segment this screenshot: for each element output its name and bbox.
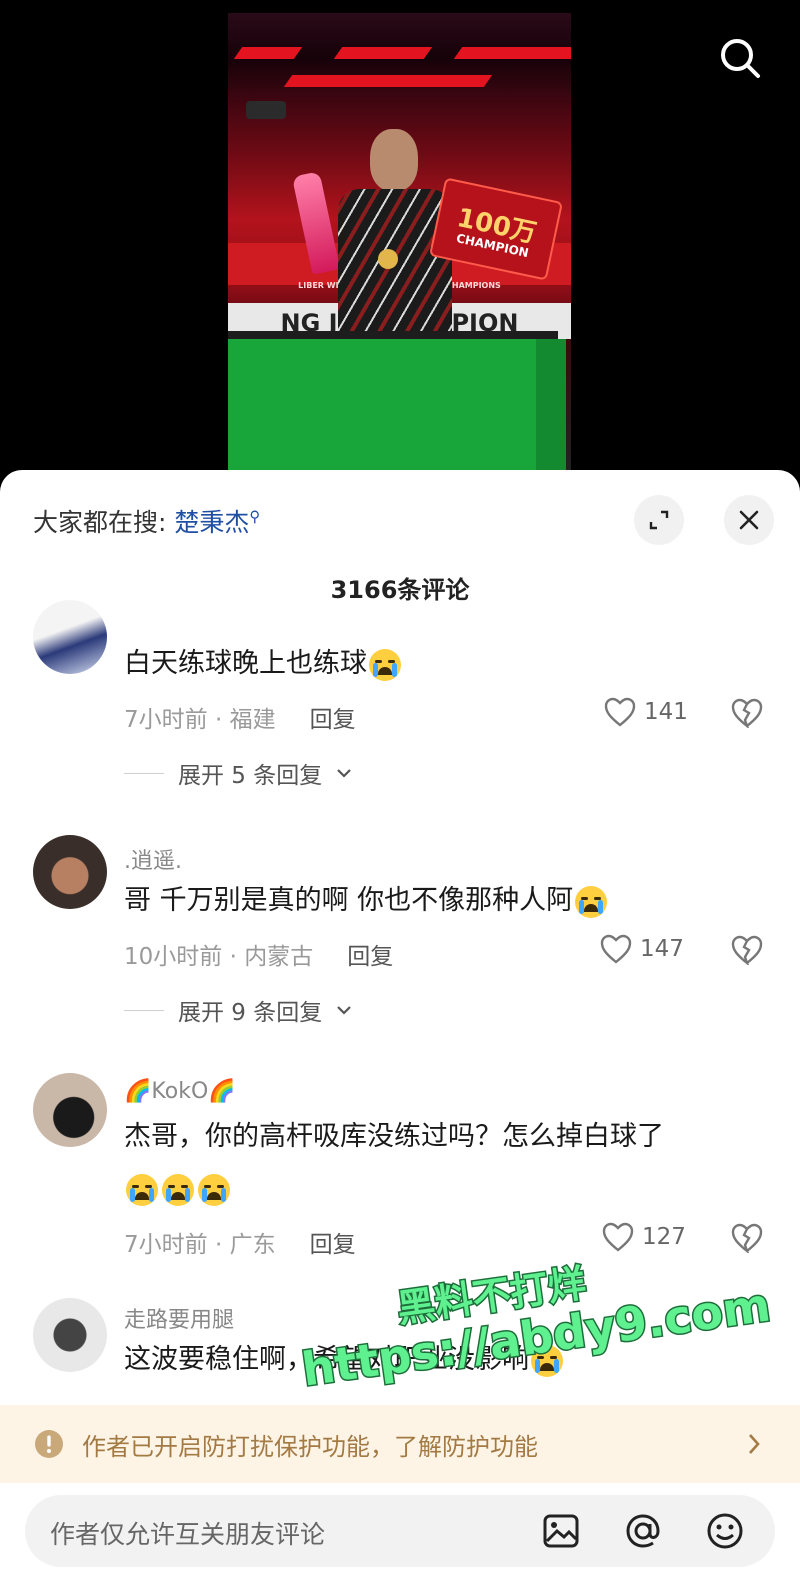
info-icon [35, 1430, 63, 1458]
dislike-button[interactable] [730, 935, 764, 969]
at-icon [626, 1514, 660, 1548]
image-icon [543, 1514, 579, 1548]
snooker-table-rail [536, 339, 566, 471]
close-icon [739, 510, 759, 530]
comments-panel: 大家都在搜: 楚秉杰⚲ 3166条评论 白天练球晚上也练球 7小时前 · 福建回… [0, 470, 800, 1570]
expand-button[interactable] [634, 495, 684, 545]
comment-time: 7小时前 · 福建 [124, 707, 276, 733]
chevron-down-icon [337, 1006, 352, 1015]
anti-harassment-notice[interactable]: 作者已开启防打扰保护功能，了解防护功能 [0, 1405, 800, 1483]
like-count: 127 [642, 1224, 686, 1250]
comment-item: .逍遥. 哥 千万别是真的啊 你也不像那种人阿 10小时前 · 内蒙古 回复 14… [0, 835, 800, 1055]
like-button[interactable]: 141 [604, 697, 688, 727]
comment-text: 白天练球晚上也练球 [124, 638, 744, 690]
video-frame[interactable]: 紫盛世·利百 LIBER WIN BILLIARDS · PLAYERS CHA… [228, 13, 571, 471]
stage-light [246, 101, 286, 119]
image-button[interactable] [537, 1507, 585, 1555]
stage-stripe [283, 75, 493, 87]
heart-icon [602, 1222, 634, 1252]
rainbow-icon: 🌈 [124, 1079, 152, 1104]
dislike-button[interactable] [730, 1223, 764, 1257]
snooker-table [228, 331, 558, 471]
crying-emoji-icon [162, 1173, 194, 1206]
comment-input[interactable]: 作者仅允许互关朋友评论 [25, 1495, 775, 1567]
comment-author[interactable]: 🌈KokO🌈 [124, 1079, 236, 1104]
stage-stripe [233, 47, 303, 59]
comment-meta: 10小时前 · 内蒙古 回复 [124, 937, 393, 971]
broken-heart-icon [731, 935, 763, 967]
comment-meta: 7小时前 · 广东 回复 [124, 1225, 356, 1259]
mention-button[interactable] [619, 1507, 667, 1555]
avatar[interactable] [33, 1073, 107, 1147]
avatar[interactable] [33, 835, 107, 909]
expand-replies-label: 展开 5 条回复 [178, 763, 323, 789]
expand-replies-label: 展开 9 条回复 [178, 1000, 323, 1026]
crying-emoji-icon [198, 1173, 230, 1206]
medal [378, 249, 398, 269]
like-count: 141 [644, 699, 688, 725]
trending-keyword[interactable]: 楚秉杰 [174, 508, 249, 537]
crying-emoji-icon [369, 648, 401, 681]
comment-count: 3166条评论 [330, 576, 470, 604]
reply-button[interactable]: 回复 [310, 1232, 356, 1258]
notice-text: 作者已开启防打扰保护功能，了解防护功能 [82, 1432, 538, 1461]
comment-author-name: KokO [151, 1079, 209, 1104]
search-small-icon: ⚲ [249, 507, 261, 526]
comment-item: 白天练球晚上也练球 7小时前 · 福建 回复 141 展开 5 条回复 [0, 600, 800, 800]
divider [124, 772, 164, 774]
broken-heart-icon [731, 698, 763, 730]
comment-item: 🌈KokO🌈 杰哥，你的高杆吸库没练过吗？怎么掉白球了 7小时前 · 广东 回复 … [0, 1073, 800, 1273]
comment-author[interactable]: 走路要用腿 [124, 1302, 234, 1334]
crying-emoji-icon [126, 1173, 158, 1206]
search-button[interactable] [712, 30, 768, 86]
comment-time: 10小时前 · 内蒙古 [124, 944, 314, 970]
search-icon [721, 39, 760, 78]
avatar[interactable] [33, 600, 107, 674]
comment-input-placeholder: 作者仅允许互关朋友评论 [50, 1520, 326, 1549]
close-button[interactable] [724, 495, 774, 545]
expand-icon [649, 510, 669, 530]
heart-icon [604, 697, 636, 727]
chevron-down-icon [337, 769, 352, 778]
divider [124, 1009, 164, 1011]
avatar[interactable] [33, 1298, 107, 1372]
chevron-right-icon [749, 1434, 760, 1454]
comment-text: 杰哥，你的高杆吸库没练过吗？怎么掉白球了 [124, 1111, 744, 1215]
trending-prefix: 大家都在搜: [33, 508, 175, 537]
broken-heart-icon [731, 1223, 763, 1255]
video-player[interactable]: 紫盛世·利百 LIBER WIN BILLIARDS · PLAYERS CHA… [0, 0, 800, 480]
expand-replies[interactable]: 展开 5 条回复 [124, 756, 352, 790]
reply-button[interactable]: 回复 [347, 944, 393, 970]
panel-header: 大家都在搜: 楚秉杰⚲ [0, 470, 800, 570]
emoji-button[interactable] [701, 1507, 749, 1555]
comment-meta: 7小时前 · 福建 回复 [124, 700, 356, 734]
reply-button[interactable]: 回复 [310, 707, 356, 733]
comment-text: 哥 千万别是真的啊 你也不像那种人阿 [124, 875, 744, 927]
rainbow-icon: 🌈 [208, 1079, 236, 1104]
stage-stripe [333, 47, 433, 59]
like-button[interactable]: 147 [600, 934, 684, 964]
stage-stripe [453, 47, 571, 59]
comment-text-content: 哥 千万别是真的啊 你也不像那种人阿 [124, 885, 574, 916]
emoji-icon [707, 1513, 743, 1549]
like-button[interactable]: 127 [602, 1222, 686, 1252]
comment-author[interactable]: .逍遥. [124, 843, 182, 875]
expand-replies[interactable]: 展开 9 条回复 [124, 993, 352, 1027]
heart-icon [600, 934, 632, 964]
dislike-button[interactable] [730, 698, 764, 732]
crying-emoji-icon [575, 885, 608, 918]
comment-text-content: 杰哥，你的高杆吸库没练过吗？怎么掉白球了 [124, 1121, 664, 1152]
comment-time: 7小时前 · 广东 [124, 1232, 276, 1258]
trending-search[interactable]: 大家都在搜: 楚秉杰⚲ [33, 503, 260, 539]
player-head [370, 129, 418, 191]
comment-text-content: 白天练球晚上也练球 [124, 648, 367, 679]
like-count: 147 [640, 936, 684, 962]
